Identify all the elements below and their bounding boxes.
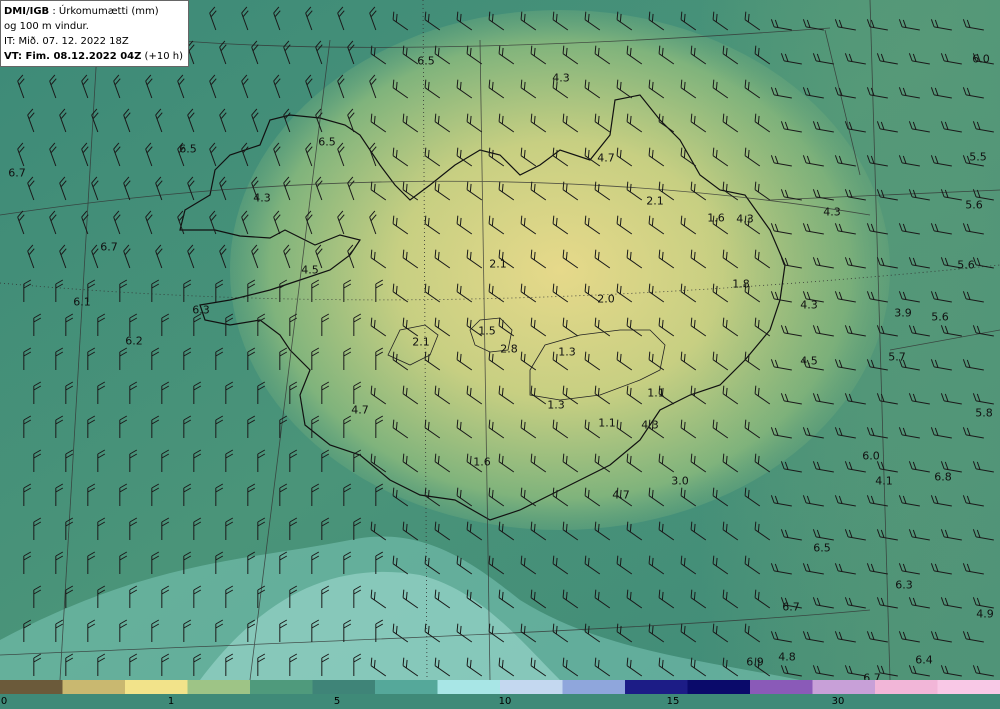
precip-value-label: 6.3: [895, 578, 913, 592]
colorbar-segment: [937, 680, 1000, 694]
precip-value-label: 5.6: [931, 310, 949, 324]
colorbar-segment: [62, 680, 126, 694]
subtitle-text: og 100 m vindur.: [4, 21, 89, 32]
precip-value-label: 6.1: [73, 295, 91, 309]
precipitation-wind-map: [0, 0, 1000, 680]
precip-value-label: 4.3: [641, 418, 659, 432]
precip-value-label: 4.1: [875, 474, 893, 488]
forecast-hour: (+10 h): [141, 51, 183, 62]
colorbar-segment: [312, 680, 376, 694]
precip-value-label: 6.0: [862, 449, 880, 463]
precip-value-label: 5.5: [969, 150, 987, 164]
precip-value-label: 6.9: [746, 655, 764, 669]
precip-value-label: 2.0: [597, 292, 615, 306]
precip-value-label: 6.3: [192, 303, 210, 317]
precip-value-label: 6.7: [8, 166, 26, 180]
precip-value-label: 1.3: [547, 398, 565, 412]
colorbar-segment: [562, 680, 626, 694]
colorbar-segment: [250, 680, 314, 694]
precip-value-label: 6.4: [915, 653, 933, 667]
east-shading: [700, 0, 1000, 680]
precip-value-label: 2.1: [412, 335, 430, 349]
precip-value-label: 1.6: [473, 455, 491, 469]
colorbar-tick-label: 10: [498, 696, 512, 707]
colorbar-segment: [812, 680, 876, 694]
precip-value-label: 4.5: [301, 263, 319, 277]
precip-value-label: 4.3: [800, 298, 818, 312]
precip-value-label: 1.1: [647, 386, 665, 400]
colorbar-tick-label: 0: [0, 696, 8, 707]
precip-value-label: 3.0: [671, 474, 689, 488]
precip-value-label: 4.8: [778, 650, 796, 664]
colorbar-tick-label: 5: [333, 696, 341, 707]
precip-value-label: 6.0: [972, 52, 990, 66]
precip-value-label: 4.7: [597, 151, 615, 165]
precip-value-label: 6.8: [934, 470, 952, 484]
precip-value-label: 6.5: [318, 135, 336, 149]
colorbar-segment: [437, 680, 501, 694]
precip-value-label: 4.3: [823, 205, 841, 219]
source-label: DMI/IGB: [4, 6, 50, 17]
colorbar-tick-label: 15: [666, 696, 680, 707]
precip-value-label: 5.6: [957, 258, 975, 272]
colorbar: [0, 680, 1000, 694]
precip-value-label: 4.5: [800, 354, 818, 368]
colorbar-tick-label: 30: [831, 696, 845, 707]
valid-time: VT: Fim. 08.12.2022 04Z: [4, 51, 142, 62]
precip-value-label: 4.9: [976, 607, 994, 621]
precip-value-label: 6.2: [125, 334, 143, 348]
colorbar-segment: [625, 680, 689, 694]
precip-value-label: 4.7: [351, 403, 369, 417]
precip-value-label: 3.9: [894, 306, 912, 320]
precip-value-label: 2.1: [646, 194, 664, 208]
colorbar-segment: [187, 680, 251, 694]
colorbar-tick-label: 1: [167, 696, 175, 707]
precip-value-label: 5.6: [965, 198, 983, 212]
precip-value-label: 2.1: [489, 257, 507, 271]
colorbar-segment: [375, 680, 439, 694]
colorbar-segment: [0, 680, 64, 694]
map-info-box: DMI/IGB : Úrkomumætti (mm) og 100 m vind…: [0, 0, 189, 67]
precip-value-label: 5.7: [888, 350, 906, 364]
precip-value-label: 6.5: [813, 541, 831, 555]
precip-value-label: 1.8: [732, 277, 750, 291]
precip-value-label: 6.7: [100, 240, 118, 254]
precip-value-label: 1.3: [558, 345, 576, 359]
precip-value-label: 6.7: [782, 600, 800, 614]
precip-value-label: 6.5: [179, 142, 197, 156]
precip-value-label: 4.3: [736, 212, 754, 226]
precip-value-label: 5.8: [975, 406, 993, 420]
colorbar-segment: [687, 680, 751, 694]
init-time: IT: Mið. 07. 12. 2022 18Z: [4, 36, 129, 47]
colorbar-segment: [500, 680, 564, 694]
precip-value-label: 4.3: [253, 191, 271, 205]
precip-value-label: 4.7: [612, 488, 630, 502]
precip-value-label: 6.5: [417, 54, 435, 68]
precip-value-label: 1.5: [478, 324, 496, 338]
colorbar-segment: [125, 680, 189, 694]
colorbar-segment: [875, 680, 939, 694]
precip-value-label: 4.3: [552, 71, 570, 85]
precip-value-label: 1.1: [598, 416, 616, 430]
precip-value-label: 2.8: [500, 342, 518, 356]
precip-value-label: 1.6: [707, 211, 725, 225]
title-text: : Úrkomumætti (mm): [49, 6, 159, 17]
colorbar-segment: [750, 680, 814, 694]
